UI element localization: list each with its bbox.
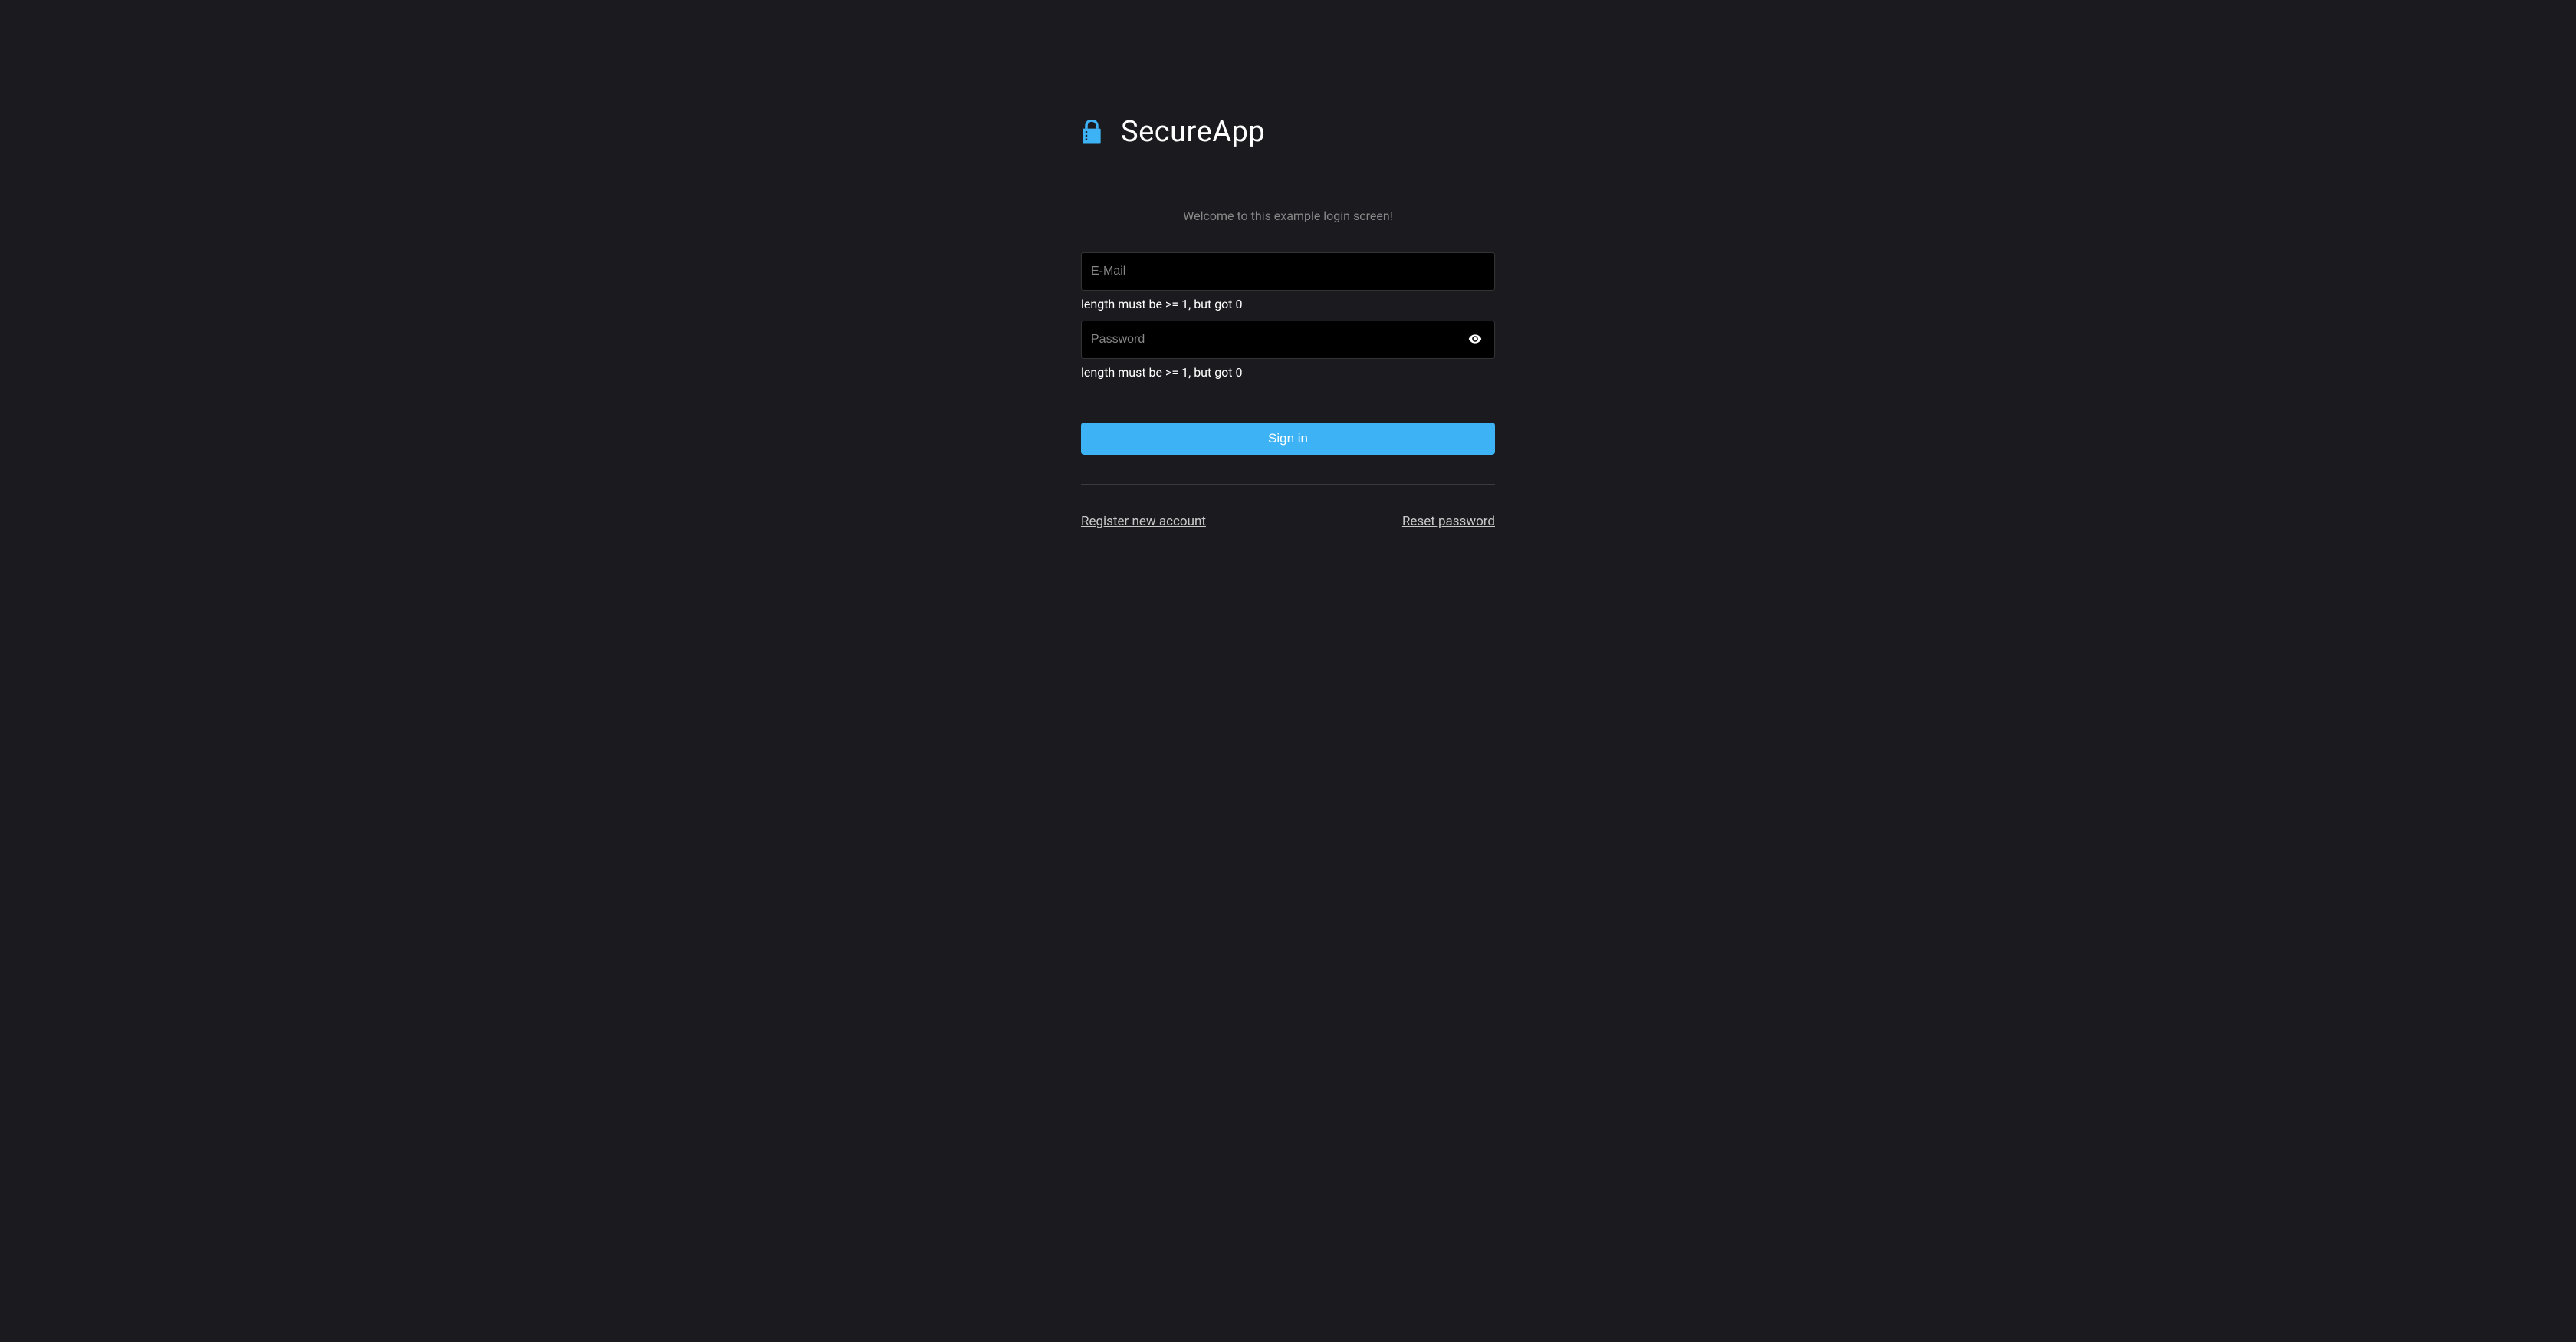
eye-icon	[1468, 332, 1482, 348]
email-field[interactable]	[1091, 253, 1485, 290]
password-input-wrapper	[1081, 321, 1495, 359]
brand-header: SecureApp	[1081, 115, 1495, 149]
email-error-text: length must be >= 1, but got 0	[1081, 297, 1495, 311]
login-container: SecureApp Welcome to this example login …	[1081, 115, 1495, 1342]
brand-title: SecureApp	[1121, 115, 1265, 149]
welcome-text: Welcome to this example login screen!	[1081, 209, 1495, 223]
password-field[interactable]	[1091, 321, 1465, 358]
register-link[interactable]: Register new account	[1081, 514, 1206, 529]
toggle-password-visibility-button[interactable]	[1465, 329, 1485, 351]
email-field-group: length must be >= 1, but got 0	[1081, 252, 1495, 311]
divider	[1081, 484, 1495, 485]
signin-button[interactable]: Sign in	[1081, 423, 1495, 455]
password-field-group: length must be >= 1, but got 0	[1081, 321, 1495, 380]
footer-links: Register new account Reset password	[1081, 514, 1495, 529]
email-input-wrapper	[1081, 252, 1495, 291]
reset-password-link[interactable]: Reset password	[1402, 514, 1495, 529]
password-error-text: length must be >= 1, but got 0	[1081, 365, 1495, 380]
lock-icon	[1081, 120, 1102, 144]
